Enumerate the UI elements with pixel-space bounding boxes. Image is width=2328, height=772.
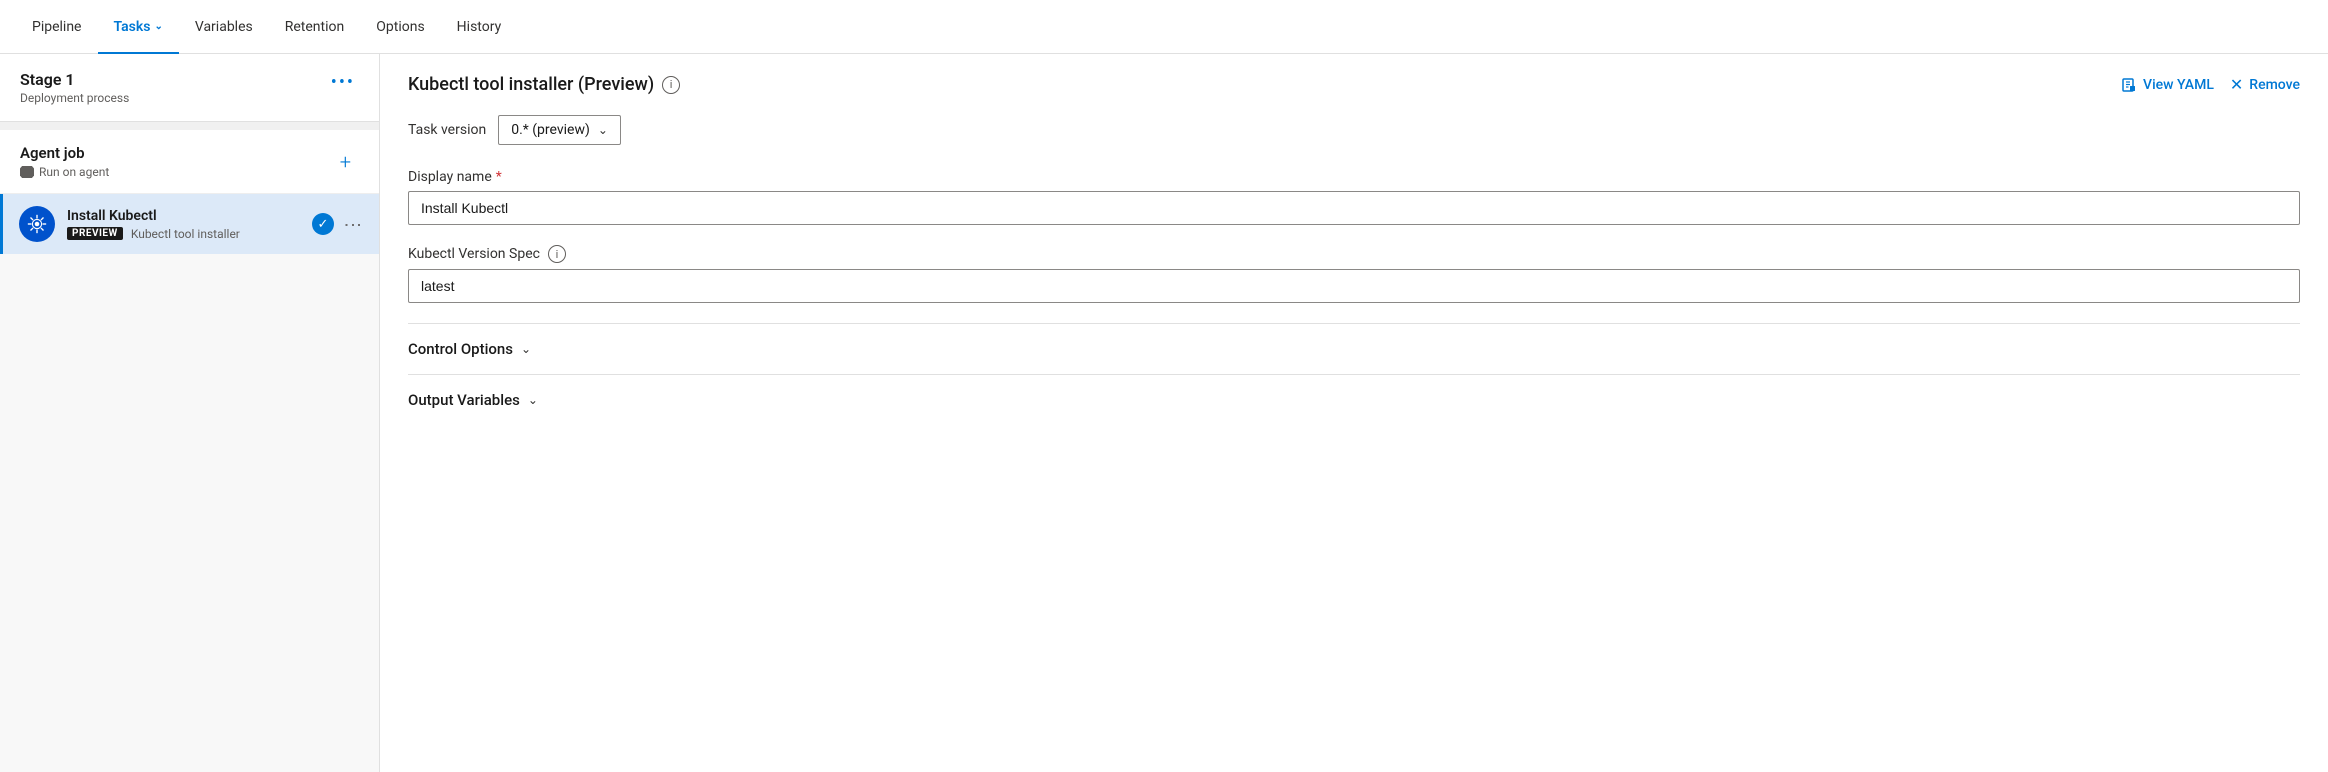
remove-label: Remove (2249, 77, 2300, 93)
version-value: 0.* (preview) (511, 122, 590, 138)
agent-job-title: Agent job (20, 144, 109, 162)
control-options-section: Control Options ⌄ (408, 323, 2300, 374)
output-variables-header[interactable]: Output Variables ⌄ (408, 391, 2300, 409)
agent-icon (20, 166, 34, 178)
task-actions: ✓ ⋮ (312, 213, 363, 235)
task-description: Kubectl tool installer (131, 227, 240, 241)
kubectl-version-info-icon[interactable]: i (548, 245, 566, 263)
stage-info: Stage 1 Deployment process (20, 70, 129, 105)
task-info: Install Kubectl PREVIEW Kubectl tool ins… (67, 208, 300, 241)
task-more-button[interactable]: ⋮ (342, 216, 363, 232)
control-options-header[interactable]: Control Options ⌄ (408, 340, 2300, 358)
yaml-icon (2121, 77, 2137, 93)
right-panel: Kubectl tool installer (Preview) i View … (380, 54, 2328, 772)
view-yaml-label: View YAML (2143, 77, 2214, 93)
stage-title: Stage 1 (20, 70, 129, 89)
kubectl-version-label: Kubectl Version Spec i (408, 245, 2300, 263)
control-options-label: Control Options (408, 340, 513, 358)
main-layout: Stage 1 Deployment process ••• Agent job… (0, 54, 2328, 772)
required-star: * (496, 169, 502, 185)
stage-subtitle: Deployment process (20, 91, 129, 105)
control-options-chevron-icon: ⌄ (521, 342, 531, 356)
nav-options[interactable]: Options (360, 0, 440, 54)
output-variables-chevron-icon: ⌄ (528, 393, 538, 407)
right-panel-title: Kubectl tool installer (Preview) (408, 74, 654, 95)
right-header-left: Kubectl tool installer (Preview) i (408, 74, 680, 95)
task-name: Install Kubectl (67, 208, 300, 224)
nav-history[interactable]: History (441, 0, 518, 54)
nav-pipeline[interactable]: Pipeline (16, 0, 98, 54)
display-name-group: Display name * (408, 169, 2300, 225)
right-panel-header: Kubectl tool installer (Preview) i View … (408, 74, 2300, 95)
remove-x-icon: ✕ (2230, 75, 2243, 94)
stage-header: Stage 1 Deployment process ••• (0, 54, 379, 122)
panel-divider (0, 122, 379, 130)
right-header-actions: View YAML ✕ Remove (2121, 75, 2300, 94)
agent-job-sub: Run on agent (20, 165, 109, 179)
agent-job-subtitle: Run on agent (39, 165, 109, 179)
nav-retention[interactable]: Retention (269, 0, 361, 54)
task-check-icon: ✓ (312, 213, 334, 235)
kubectl-version-input[interactable] (408, 269, 2300, 303)
tasks-chevron-icon: ⌄ (154, 21, 162, 32)
agent-job-info: Agent job Run on agent (20, 144, 109, 179)
kubectl-version-group: Kubectl Version Spec i (408, 245, 2300, 303)
remove-button[interactable]: ✕ Remove (2230, 75, 2300, 94)
nav-tasks[interactable]: Tasks ⌄ (98, 0, 179, 54)
stage-more-button[interactable]: ••• (327, 70, 359, 96)
preview-badge: PREVIEW (67, 227, 123, 240)
kubernetes-svg (26, 213, 48, 235)
title-info-icon[interactable]: i (662, 76, 680, 94)
task-version-select[interactable]: 0.* (preview) ⌄ (498, 115, 621, 145)
task-item[interactable]: Install Kubectl PREVIEW Kubectl tool ins… (0, 194, 379, 254)
output-variables-section: Output Variables ⌄ (408, 374, 2300, 425)
task-version-row: Task version 0.* (preview) ⌄ (408, 115, 2300, 145)
kubectl-icon (19, 206, 55, 242)
view-yaml-button[interactable]: View YAML (2121, 77, 2214, 93)
top-navigation: Pipeline Tasks ⌄ Variables Retention Opt… (0, 0, 2328, 54)
display-name-label: Display name * (408, 169, 2300, 185)
left-panel: Stage 1 Deployment process ••• Agent job… (0, 54, 380, 772)
display-name-input[interactable] (408, 191, 2300, 225)
add-task-button[interactable]: + (332, 146, 359, 178)
task-version-label: Task version (408, 122, 486, 138)
version-chevron-icon: ⌄ (598, 123, 608, 137)
nav-variables[interactable]: Variables (179, 0, 269, 54)
task-badges: PREVIEW Kubectl tool installer (67, 227, 300, 241)
output-variables-label: Output Variables (408, 391, 520, 409)
agent-job-section: Agent job Run on agent + (0, 130, 379, 194)
